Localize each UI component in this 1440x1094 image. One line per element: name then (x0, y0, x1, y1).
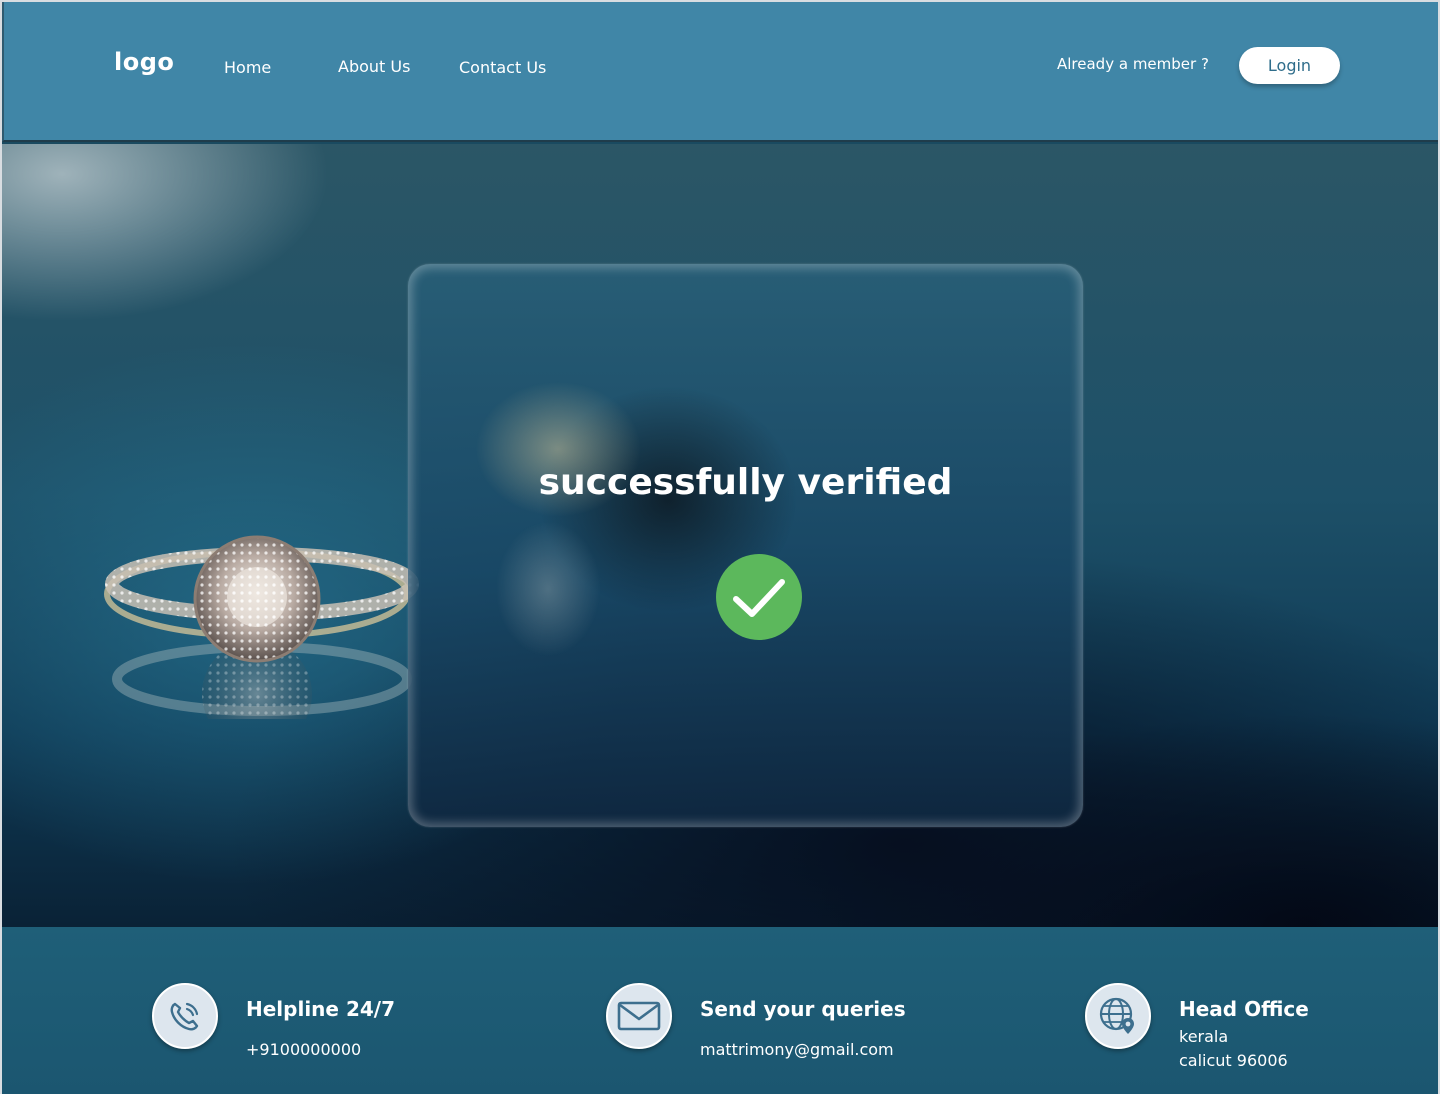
check-circle-icon (716, 554, 802, 640)
member-prompt: Already a member ? (1057, 55, 1209, 73)
login-button[interactable]: Login (1239, 47, 1340, 84)
nav-about-us[interactable]: About Us (338, 57, 410, 76)
helpline-title: Helpline 24/7 (246, 997, 396, 1021)
verification-card: successfully verified (408, 264, 1083, 827)
office-city: calicut 96006 (1179, 1051, 1288, 1070)
office-state: kerala (1179, 1027, 1229, 1046)
verification-message: successfully verified (538, 462, 953, 503)
page-frame: logo Home About Us Contact Us Already a … (0, 0, 1440, 1094)
nav-contact-us[interactable]: Contact Us (459, 58, 546, 77)
contact-footer: Helpline 24/7 +9100000000 Send your quer… (2, 927, 1438, 1094)
nav-home[interactable]: Home (224, 58, 271, 77)
globe-location-icon (1085, 983, 1151, 1049)
queries-email[interactable]: mattrimony@gmail.com (700, 1040, 894, 1059)
queries-title: Send your queries (700, 997, 906, 1021)
phone-icon (152, 983, 218, 1049)
ring-image (104, 535, 419, 719)
office-title: Head Office (1179, 997, 1309, 1021)
top-navbar: logo Home About Us Contact Us Already a … (2, 2, 1438, 142)
site-logo[interactable]: logo (114, 48, 174, 76)
mail-icon (606, 983, 672, 1049)
hero-background: successfully verified (2, 144, 1438, 927)
helpline-number[interactable]: +9100000000 (246, 1040, 361, 1059)
